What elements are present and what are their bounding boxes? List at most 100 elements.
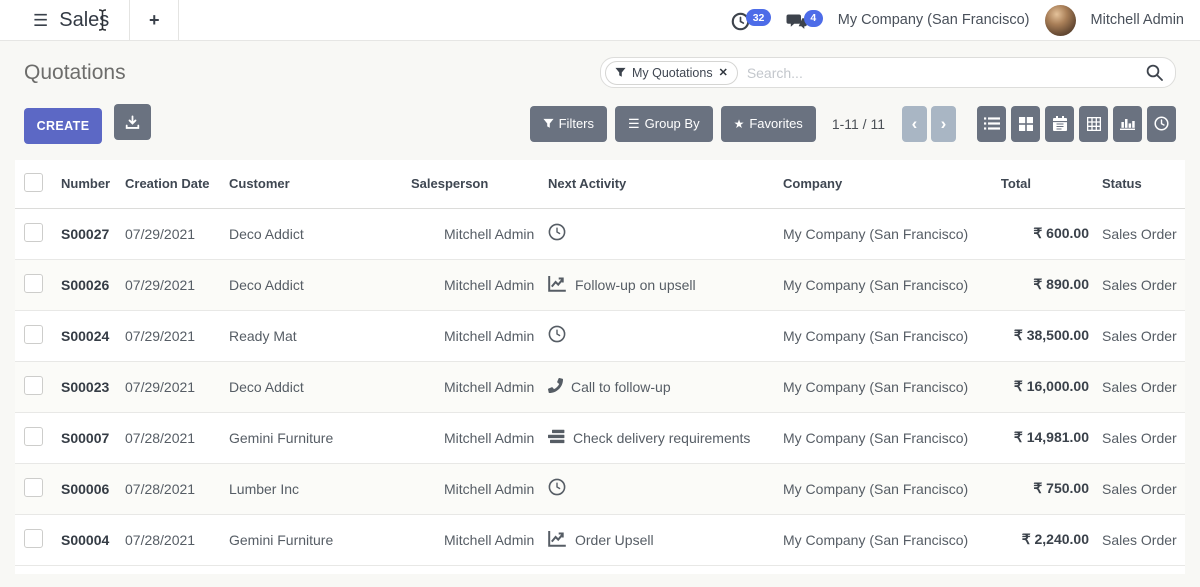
next-activity-cell[interactable] (548, 325, 783, 346)
clock-icon[interactable] (548, 223, 566, 244)
messages-menu[interactable]: 4 (786, 10, 823, 31)
user-avatar[interactable] (1045, 5, 1076, 36)
row-checkbox[interactable] (24, 376, 43, 395)
table-row[interactable]: S00007 07/28/2021 Gemini Furniture Mitch… (15, 412, 1185, 463)
clock-icon[interactable] (548, 325, 566, 346)
quotation-number: S00023 (61, 379, 125, 395)
search-submit-button[interactable] (1146, 64, 1163, 81)
column-header-total[interactable]: Total (989, 176, 1089, 191)
download-icon (125, 115, 140, 130)
table-row[interactable]: S00026 07/29/2021 Deco Addict Mitchell A… (15, 259, 1185, 310)
next-activity-cell[interactable] (548, 223, 783, 244)
export-button[interactable] (114, 104, 151, 140)
total-amount: ₹ 2,240.00 (989, 531, 1089, 548)
creation-date: 07/29/2021 (125, 226, 229, 242)
table-row-partial (15, 565, 1185, 574)
facet-remove-icon[interactable]: ✕ (719, 66, 728, 79)
favorites-button[interactable]: ★ Favorites (721, 106, 816, 142)
calendar-view-button[interactable] (1045, 106, 1074, 142)
customer-name: Deco Addict (229, 277, 411, 293)
favorites-label: Favorites (749, 116, 802, 131)
row-checkbox[interactable] (24, 529, 43, 548)
filters-button[interactable]: Filters (530, 106, 607, 142)
user-menu[interactable]: Mitchell Admin (1091, 12, 1184, 28)
column-header-number[interactable]: Number (61, 176, 125, 191)
table-row[interactable]: S00027 07/29/2021 Deco Addict Mitchell A… (15, 208, 1185, 259)
creation-date: 07/28/2021 (125, 481, 229, 497)
group-by-button[interactable]: ☰ Group By (615, 106, 713, 142)
table-row[interactable]: S00006 07/28/2021 Lumber Inc Mitchell Ad… (15, 463, 1185, 514)
row-checkbox[interactable] (24, 274, 43, 293)
search-bar[interactable]: My Quotations ✕ (600, 57, 1176, 88)
activity-count-badge: 32 (746, 9, 771, 26)
next-activity-cell[interactable]: Check delivery requirements (548, 429, 783, 447)
pager-previous-button[interactable]: ‹ (902, 106, 927, 142)
filter-funnel-icon (615, 67, 626, 78)
table-row[interactable]: S00023 07/29/2021 Deco Addict Mitchell A… (15, 361, 1185, 412)
column-header-customer[interactable]: Customer (229, 176, 411, 191)
hamburger-menu-icon[interactable]: ☰ (33, 12, 48, 29)
column-header-status[interactable]: Status (1089, 176, 1185, 191)
next-activity-cell[interactable]: Follow-up on upsell (548, 275, 783, 295)
create-button[interactable]: CREATE (24, 108, 102, 144)
company-name: My Company (San Francisco) (783, 226, 989, 242)
salesperson-avatar (411, 272, 436, 297)
next-activity-cell[interactable]: Call to follow-up (548, 378, 783, 396)
customer-name: Deco Addict (229, 226, 411, 242)
next-activity-cell[interactable] (548, 478, 783, 499)
pivot-view-button[interactable] (1079, 106, 1108, 142)
creation-date: 07/29/2021 (125, 277, 229, 293)
upsell-green-icon[interactable] (548, 530, 567, 550)
column-header-next-activity[interactable]: Next Activity (548, 176, 783, 191)
row-checkbox[interactable] (24, 325, 43, 344)
new-tab-button[interactable]: + (130, 0, 178, 40)
kanban-view-button[interactable] (1011, 106, 1040, 142)
upsell-orange-icon[interactable] (548, 275, 567, 295)
star-icon: ★ (734, 117, 745, 131)
salesperson-cell: Mitchell Admin (411, 323, 548, 348)
salesperson-cell: Mitchell Admin (411, 476, 548, 501)
row-checkbox[interactable] (24, 427, 43, 446)
cp-buttons-right: Filters ☰ Group By ★ Favorites 1-11 / 11… (522, 106, 1176, 142)
creation-date: 07/28/2021 (125, 430, 229, 446)
table-row[interactable]: S00004 07/28/2021 Gemini Furniture Mitch… (15, 514, 1185, 565)
salesperson-cell: Mitchell Admin (411, 425, 548, 450)
app-menu-tab[interactable]: ☰ Sales (0, 0, 129, 40)
company-name: My Company (San Francisco) (783, 328, 989, 344)
total-amount: ₹ 600.00 (989, 225, 1089, 242)
list-view-button[interactable] (977, 106, 1006, 142)
column-header-company[interactable]: Company (783, 176, 989, 191)
control-panel: Quotations My Quotations ✕ CREATE Filter… (0, 41, 1200, 144)
search-facet[interactable]: My Quotations ✕ (605, 61, 738, 85)
company-name: My Company (San Francisco) (783, 532, 989, 548)
company-name: My Company (San Francisco) (783, 481, 989, 497)
next-activity-cell[interactable]: Order Upsell (548, 530, 783, 550)
calendar-view-icon (1053, 116, 1067, 131)
search-input[interactable] (738, 65, 1146, 81)
kanban-view-icon (1019, 117, 1033, 131)
salesperson-avatar (411, 425, 436, 450)
quotation-number: S00026 (61, 277, 125, 293)
systray: 32 4 My Company (San Francisco) Mitchell… (731, 0, 1200, 40)
total-amount: ₹ 750.00 (989, 480, 1089, 497)
tasks-icon[interactable] (548, 429, 565, 447)
column-header-salesperson[interactable]: Salesperson (411, 176, 548, 191)
activities-menu[interactable]: 32 (731, 9, 771, 31)
company-switcher[interactable]: My Company (San Francisco) (838, 12, 1030, 28)
select-all-checkbox[interactable] (24, 173, 43, 192)
status-badge: Sales Order (1102, 277, 1177, 293)
clock-icon[interactable] (548, 478, 566, 499)
next-activity-label: Order Upsell (575, 532, 654, 548)
pager-range: 1-11 / 11 (832, 116, 885, 132)
pager-next-button[interactable]: › (931, 106, 956, 142)
table-row[interactable]: S00024 07/29/2021 Ready Mat Mitchell Adm… (15, 310, 1185, 361)
creation-date: 07/28/2021 (125, 532, 229, 548)
graph-view-button[interactable] (1113, 106, 1142, 142)
activity-view-button[interactable] (1147, 106, 1176, 142)
row-checkbox[interactable] (24, 478, 43, 497)
salesperson-name: Mitchell Admin (444, 328, 534, 344)
row-checkbox[interactable] (24, 223, 43, 242)
column-header-creation-date[interactable]: Creation Date (125, 176, 229, 191)
phone-icon[interactable] (548, 378, 563, 396)
salesperson-name: Mitchell Admin (444, 481, 534, 497)
